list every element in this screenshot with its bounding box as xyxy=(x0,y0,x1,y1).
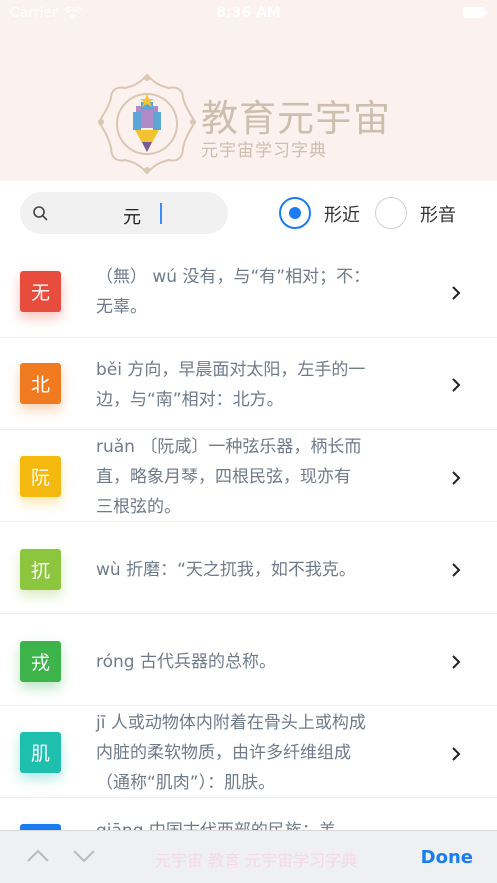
status-bar: Carrier 8:36 AM xyxy=(0,0,497,26)
list-item[interactable]: 戎 róng 古代兵器的总称。 xyxy=(0,614,497,706)
definition-line: běi 方向，早晨面对太阳，左手的一 xyxy=(96,360,366,380)
radio-selected-dot xyxy=(289,207,301,219)
radio-label-shape-similar[interactable]: 形近 xyxy=(324,201,360,227)
definition-line: 无辜。 xyxy=(96,297,147,317)
brand-subtitle: 元宇宙学习字典 xyxy=(201,141,327,161)
definition-text: róng 古代兵器的总称。 xyxy=(96,647,406,677)
brand-title: 教育元宇宙 xyxy=(201,97,391,140)
radio-shape-similar[interactable] xyxy=(279,197,311,229)
definition-text: wù 折磨：“天之扤我，如不我克。 xyxy=(96,555,406,585)
text-caret xyxy=(160,203,162,224)
definition-line: 内脏的柔软物质，由许多纤维组成 xyxy=(96,743,351,763)
chevron-up-icon[interactable] xyxy=(25,847,51,865)
chevron-right-icon xyxy=(452,471,461,485)
list-item[interactable]: 肌 jī 人或动物体内附着在骨头上或构成 内脏的柔软物质，由许多纤维组成 （通称… xyxy=(0,706,497,798)
battery-icon xyxy=(463,7,488,18)
definition-text: ruǎn 〔阮咸〕一种弦乐器，柄长而 直，略象月琴，四根民弦，现亦有 三根弦的。 xyxy=(96,432,406,522)
definition-line: ruǎn 〔阮咸〕一种弦乐器，柄长而 xyxy=(96,437,362,457)
definition-line: róng 古代兵器的总称。 xyxy=(96,652,276,672)
definition-text: （無） wú 没有，与“有”相对；不： 无辜。 xyxy=(96,262,406,322)
keyboard-toolbar: 元宇宙 教育 元宇宙学习字典 Done xyxy=(0,830,497,883)
char-badge: 阮 xyxy=(20,456,61,497)
search-value: 元 xyxy=(123,207,141,228)
search-input[interactable]: 元 xyxy=(20,192,228,234)
definition-line: （無） wú 没有，与“有”相对；不： xyxy=(96,267,371,287)
radio-label-shape-sound[interactable]: 形音 xyxy=(420,201,456,227)
definition-line: （通称“肌肉”）：肌肤。 xyxy=(96,773,276,793)
char-badge: 戎 xyxy=(20,641,61,682)
definition-line: 三根弦的。 xyxy=(96,497,181,517)
char-badge: 无 xyxy=(20,271,61,312)
list-item[interactable]: 扤 wù 折磨：“天之扤我，如不我克。 xyxy=(0,522,497,614)
definition-line: jī 人或动物体内附着在骨头上或构成 xyxy=(96,713,366,733)
radio-shape-sound[interactable] xyxy=(375,197,407,229)
list-item[interactable]: 阮 ruǎn 〔阮咸〕一种弦乐器，柄长而 直，略象月琴，四根民弦，现亦有 三根弦… xyxy=(0,430,497,522)
status-time: 8:36 AM xyxy=(216,5,281,21)
chevron-right-icon xyxy=(452,378,461,392)
toolbar-faint-text: 元宇宙 教育 元宇宙学习字典 xyxy=(155,851,358,870)
search-icon xyxy=(33,206,48,221)
chevron-right-icon xyxy=(452,747,461,761)
char-badge: 扤 xyxy=(20,549,61,590)
logo-emblem-icon xyxy=(97,73,197,175)
definition-text: běi 方向，早晨面对太阳，左手的一 边，与“南”相对：北方。 xyxy=(96,355,406,415)
chevron-down-icon[interactable] xyxy=(71,847,97,865)
char-badge: 肌 xyxy=(20,732,61,773)
char-badge: 北 xyxy=(20,363,61,404)
definition-line: wù 折磨：“天之扤我，如不我克。 xyxy=(96,560,356,580)
chevron-right-icon xyxy=(452,563,461,577)
chevron-right-icon xyxy=(452,655,461,669)
chevron-right-icon xyxy=(452,286,461,300)
header-banner: Carrier 8:36 AM 教育元宇宙 元宇宙学习字典 xyxy=(0,0,497,181)
definition-text: qiāng 中国古代西部的民族：羌 xyxy=(96,816,406,830)
definition-line: 边，与“南”相对：北方。 xyxy=(96,390,284,410)
list-item[interactable]: 无 （無） wú 没有，与“有”相对；不： 无辜。 xyxy=(0,246,497,338)
definition-line: 直，略象月琴，四根民弦，现亦有 xyxy=(96,467,351,487)
list-item[interactable]: 北 běi 方向，早晨面对太阳，左手的一 边，与“南”相对：北方。 xyxy=(0,338,497,430)
done-button[interactable]: Done xyxy=(421,847,473,868)
list-item-partial[interactable]: qiāng 中国古代西部的民族：羌 xyxy=(0,798,497,830)
definition-text: jī 人或动物体内附着在骨头上或构成 内脏的柔软物质，由许多纤维组成 （通称“肌… xyxy=(96,708,406,798)
